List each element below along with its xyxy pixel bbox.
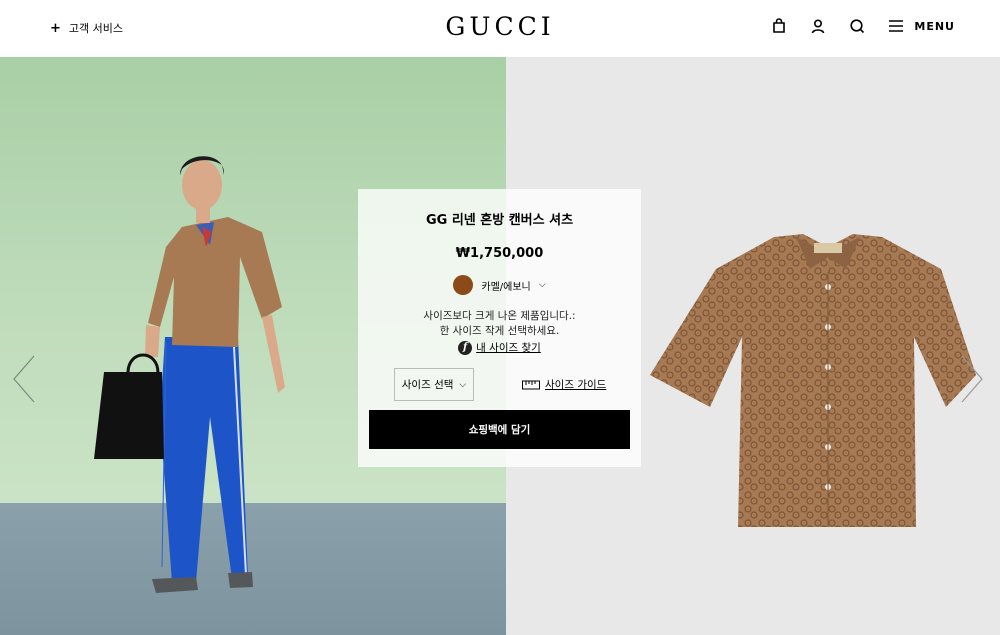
hamburger-menu-icon xyxy=(887,17,905,35)
find-my-size-label: 내 사이즈 찾기 xyxy=(476,342,541,354)
size-select-label: 사이즈 선택 xyxy=(401,379,454,391)
account-icon[interactable] xyxy=(809,17,827,35)
carousel-prev-button[interactable] xyxy=(12,355,36,407)
color-name: 카멜/에보니 xyxy=(481,281,531,293)
size-guide-label: 사이즈 가이드 xyxy=(545,379,607,391)
menu-label: MENU xyxy=(914,19,955,33)
menu-button[interactable]: MENU xyxy=(887,17,955,35)
shopping-bag-icon[interactable] xyxy=(770,17,788,35)
size-note: 사이즈보다 크게 나온 제품입니다.: 한 사이즈 작게 선택하세요. xyxy=(358,309,641,339)
add-to-bag-button[interactable]: 쇼핑백에 담기 xyxy=(369,410,630,449)
fit-finder-icon: f xyxy=(458,340,473,355)
chevron-down-icon: ⌵ xyxy=(459,379,467,390)
product-price: ₩1,750,000 xyxy=(455,246,544,261)
color-swatch xyxy=(453,275,474,295)
color-selector[interactable]: 카멜/에보니 ⌵ xyxy=(358,275,641,295)
size-guide-link[interactable]: 사이즈 가이드 xyxy=(522,377,606,392)
carousel-next-button[interactable] xyxy=(960,355,984,407)
product-title: GG 리넨 혼방 캔버스 셔츠 xyxy=(425,213,574,228)
size-note-line-1: 사이즈보다 크게 나온 제품입니다.: xyxy=(423,310,576,322)
find-my-size-link[interactable]: f 내 사이즈 찾기 xyxy=(358,340,641,355)
size-note-line-2: 한 사이즈 작게 선택하세요. xyxy=(439,325,560,337)
header-actions: MENU xyxy=(770,17,955,35)
site-header: + 고객 서비스 GUCCI MENU xyxy=(0,0,1000,57)
chevron-left-icon xyxy=(13,355,35,403)
size-select[interactable]: 사이즈 선택 ⌵ xyxy=(394,368,474,401)
product-hero: GG 리넨 혼방 캔버스 셔츠 ₩1,750,000 카멜/에보니 ⌵ 사이즈보… xyxy=(0,57,1000,635)
product-card: GG 리넨 혼방 캔버스 셔츠 ₩1,750,000 카멜/에보니 ⌵ 사이즈보… xyxy=(358,189,641,467)
search-icon[interactable] xyxy=(848,17,866,35)
ruler-icon xyxy=(522,380,540,389)
chevron-down-icon: ⌵ xyxy=(538,280,546,290)
chevron-right-icon xyxy=(961,355,983,403)
